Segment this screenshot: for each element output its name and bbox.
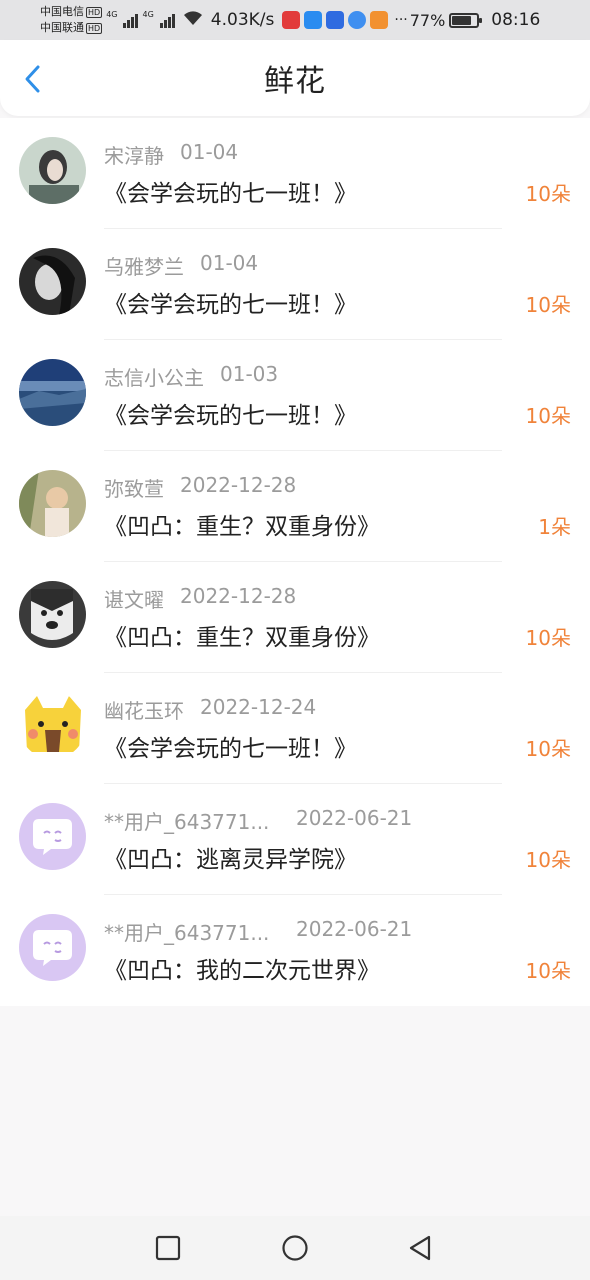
system-nav-bar <box>0 1216 590 1280</box>
default-avatar[interactable] <box>19 914 86 981</box>
date: 01-04 <box>200 251 259 275</box>
book-title[interactable]: 《会学会玩的七一班！》 <box>104 285 357 319</box>
list-item[interactable]: 宋淳静 01-04 《会学会玩的七一班！》 10朵 <box>0 118 590 229</box>
avatar[interactable] <box>19 359 86 426</box>
user-name: **用户_643771... <box>104 921 270 945</box>
list-item[interactable]: 谌文曜 2022-12-28 《凹凸：重生？双重身份》 10朵 <box>0 562 590 673</box>
signal-icon <box>123 12 139 28</box>
flower-count: 10朵 <box>525 737 571 761</box>
list-item[interactable]: 弥致萱 2022-12-28 《凹凸：重生？双重身份》 1朵 <box>0 451 590 562</box>
signal-icon <box>159 12 175 28</box>
date: 01-03 <box>220 362 279 386</box>
default-avatar[interactable] <box>19 803 86 870</box>
user-name: 幽花玉环 <box>104 699 184 723</box>
list-item[interactable]: **用户_643771... 2022-06-21 《凹凸：逃离灵异学院》 10朵 <box>0 784 590 895</box>
user-name: 谌文曜 <box>104 588 164 612</box>
avatar[interactable] <box>19 581 86 648</box>
date: 2022-12-24 <box>200 695 317 719</box>
home-button[interactable] <box>281 1234 309 1262</box>
flower-count: 10朵 <box>525 182 571 206</box>
video-app-icon <box>370 11 389 29</box>
flower-record-list: 宋淳静 01-04 《会学会玩的七一班！》 10朵 乌雅梦兰 01-04 《会学会玩… <box>0 118 590 1006</box>
clock: 08:16 <box>491 10 541 30</box>
book-title[interactable]: 《凹凸：逃离灵异学院》 <box>104 840 357 874</box>
carrier-info: 中国电信 HD 中国联通 HD <box>40 4 103 36</box>
square-icon <box>155 1235 181 1261</box>
user-name: 宋淳静 <box>104 144 164 168</box>
wifi-icon <box>183 10 203 30</box>
list-item[interactable]: 乌雅梦兰 01-04 《会学会玩的七一班！》 10朵 <box>0 229 590 340</box>
battery-icon <box>449 12 483 28</box>
search-app-icon <box>304 11 323 29</box>
carrier-2-label: 中国联通 <box>40 21 84 34</box>
network-type-1: 4G <box>106 10 118 19</box>
book-title[interactable]: 《会学会玩的七一班！》 <box>104 174 357 208</box>
chevron-left-icon <box>25 65 40 93</box>
back-nav-button[interactable] <box>406 1234 434 1262</box>
user-name: 志信小公主 <box>104 366 204 390</box>
list-item[interactable]: 幽花玉环 2022-12-24 《会学会玩的七一班！》 10朵 <box>0 673 590 784</box>
book-title[interactable]: 《凹凸：我的二次元世界》 <box>104 951 380 985</box>
list-item[interactable]: 志信小公主 01-03 《会学会玩的七一班！》 10朵 <box>0 340 590 451</box>
flower-count: 10朵 <box>525 626 571 650</box>
page-title: 鲜花 <box>264 64 326 99</box>
app-notification-icon <box>282 11 301 29</box>
date: 2022-06-21 <box>296 917 413 941</box>
triangle-back-icon <box>409 1235 431 1261</box>
flower-count: 1朵 <box>538 515 571 539</box>
list-item[interactable]: **用户_643771... 2022-06-21 《凹凸：我的二次元世界》 10… <box>0 895 590 1006</box>
date: 2022-12-28 <box>180 473 297 497</box>
book-title[interactable]: 《会学会玩的七一班！》 <box>104 396 357 430</box>
recent-apps-button[interactable] <box>154 1234 182 1262</box>
flower-count: 10朵 <box>525 404 571 428</box>
user-name: **用户_643771... <box>104 810 270 834</box>
book-title[interactable]: 《会学会玩的七一班！》 <box>104 729 357 763</box>
avatar[interactable] <box>19 137 86 204</box>
book-title[interactable]: 《凹凸：重生？双重身份》 <box>104 618 380 652</box>
user-name: 弥致萱 <box>104 477 164 501</box>
avatar[interactable] <box>19 692 86 759</box>
flower-count: 10朵 <box>525 959 571 983</box>
music-app-icon <box>348 11 367 29</box>
book-title[interactable]: 《凹凸：重生？双重身份》 <box>104 507 380 541</box>
status-bar: 中国电信 HD 中国联通 HD 4G 4G 4.03K/s ··· 77% 08:1… <box>0 0 590 40</box>
network-type-2: 4G <box>142 10 154 19</box>
avatar[interactable] <box>19 248 86 315</box>
flower-count: 10朵 <box>525 293 571 317</box>
date: 01-04 <box>180 140 239 164</box>
user-name: 乌雅梦兰 <box>104 255 184 279</box>
flower-count: 10朵 <box>525 848 571 872</box>
bulb-app-icon <box>326 11 345 29</box>
hd-badge: HD <box>86 6 103 18</box>
hd-badge: HD <box>86 22 103 34</box>
notification-icons <box>282 11 389 29</box>
more-notifications-icon: ··· <box>394 12 408 28</box>
carrier-1-label: 中国电信 <box>40 5 84 18</box>
back-button[interactable] <box>20 64 44 94</box>
circle-icon <box>282 1235 308 1261</box>
avatar[interactable] <box>19 470 86 537</box>
network-speed: 4.03K/s <box>210 10 275 30</box>
app-header: 鲜花 <box>0 40 590 116</box>
date: 2022-06-21 <box>296 806 413 830</box>
date: 2022-12-28 <box>180 584 297 608</box>
battery-percent: 77% <box>409 10 446 30</box>
